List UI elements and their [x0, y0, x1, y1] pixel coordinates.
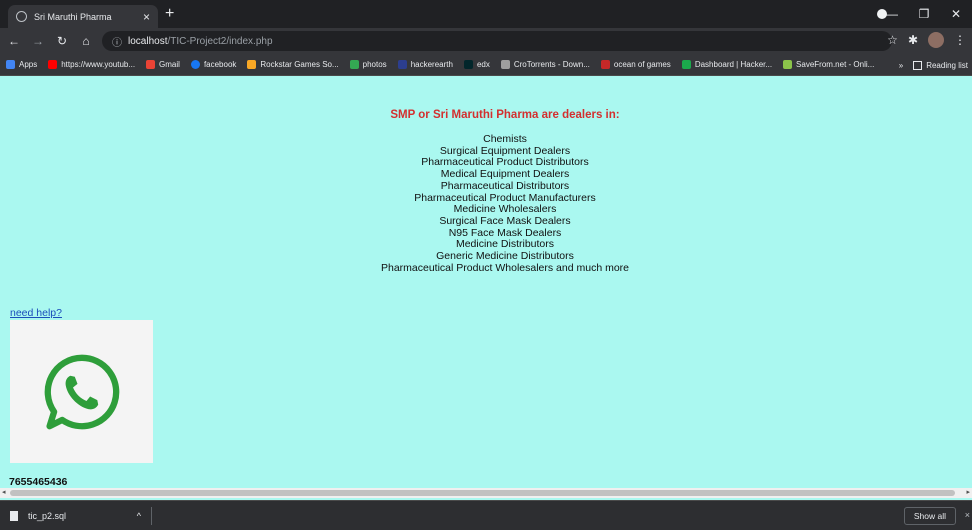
bookmark-label: hackerearth	[410, 60, 453, 69]
whatsapp-icon	[44, 354, 119, 429]
bookmark-label: Gmail	[159, 60, 180, 69]
bookmark-item[interactable]: Gmail	[146, 60, 180, 69]
close-window-icon[interactable]: ✕	[940, 7, 972, 21]
file-icon	[10, 511, 18, 521]
bookmark-item[interactable]: facebook	[190, 60, 237, 69]
download-filename: tic_p2.sql	[28, 511, 67, 521]
page-heading: SMP or Sri Maruthi Pharma are dealers in…	[390, 109, 620, 121]
back-icon[interactable]: ←	[4, 34, 24, 48]
scroll-left-icon[interactable]: ◂	[2, 488, 6, 498]
address-toolbar: ← → ↻ ⌂ ⓘ localhost/TIC-Project2/index.p…	[0, 28, 972, 54]
bookmark-item[interactable]: ocean of games	[600, 60, 671, 69]
close-downloads-icon[interactable]: ×	[965, 510, 970, 520]
photos-icon	[349, 60, 359, 69]
hackerrank-icon	[681, 60, 691, 69]
maximize-icon[interactable]: ❐	[908, 7, 940, 21]
bookmark-item[interactable]: https://www.youtub...	[48, 60, 135, 69]
bookmarks-overflow: » Reading list	[894, 54, 972, 75]
tab-title: Sri Maruthi Pharma	[34, 11, 112, 22]
bookmark-label: photos	[362, 60, 387, 69]
bookmark-item[interactable]: Apps	[6, 60, 37, 69]
scrollbar-thumb[interactable]	[10, 490, 955, 496]
window-controls: — ❐ ✕	[876, 0, 972, 28]
rockstar-icon	[247, 60, 257, 69]
profile-avatar[interactable]	[928, 32, 944, 48]
gmail-icon	[146, 60, 156, 69]
dealer-item: Pharmaceutical Product Wholesalers and m…	[380, 261, 630, 274]
bookmark-item[interactable]: SaveFrom.net - Onli...	[783, 60, 874, 69]
dealer-item: Surgical Face Mask Dealers	[439, 214, 571, 227]
reload-icon[interactable]: ↻	[52, 34, 72, 48]
minimize-icon[interactable]: —	[876, 7, 908, 21]
download-item[interactable]: tic_p2.sql ^	[10, 507, 152, 525]
scroll-right-icon[interactable]: ▸	[966, 488, 970, 498]
bookmark-item[interactable]: CroTorrents - Down...	[500, 60, 590, 69]
dealer-item: Chemists	[483, 133, 527, 145]
need-help-link[interactable]: need help?	[10, 307, 62, 319]
address-bar[interactable]: ⓘ localhost/TIC-Project2/index.php	[102, 31, 892, 51]
downloads-bar: tic_p2.sql ^ Show all ×	[0, 500, 972, 530]
dealer-item: Generic Medicine Distributors	[436, 250, 574, 263]
toolbar-actions: ☆ ✱ ⋮	[887, 32, 966, 48]
facebook-icon	[190, 60, 200, 69]
chevron-up-icon[interactable]: ^	[137, 511, 141, 521]
bookmark-label: Apps	[19, 60, 38, 69]
dealer-list: Chemists Surgical Equipment Dealers Phar…	[0, 133, 972, 274]
hackerearth-icon	[397, 60, 407, 69]
bookmark-label: Dashboard | Hacker...	[694, 60, 773, 69]
horizontal-scrollbar[interactable]: ◂ ▸	[0, 488, 972, 498]
globe-icon	[16, 11, 27, 22]
tab-strip: Sri Maruthi Pharma × + — ❐ ✕	[0, 0, 972, 28]
edx-icon	[463, 60, 473, 69]
bookmark-item[interactable]: hackerearth	[397, 60, 453, 69]
ocean-of-games-icon	[600, 60, 610, 69]
savefrom-icon	[783, 60, 793, 69]
whatsapp-link[interactable]	[10, 320, 153, 463]
apps-grid-icon	[6, 60, 15, 69]
bookmark-label: ocean of games	[613, 60, 671, 69]
dealer-item: Pharmaceutical Distributors	[440, 179, 570, 192]
url-host: localhost	[128, 35, 168, 47]
bookmark-item[interactable]: Rockstar Games So...	[247, 60, 339, 69]
bookmarks-bar: Apps https://www.youtub... Gmail faceboo…	[0, 54, 972, 76]
youtube-icon	[48, 60, 58, 69]
reading-list-icon[interactable]	[913, 60, 923, 70]
home-icon[interactable]: ⌂	[76, 34, 96, 48]
site-info-icon[interactable]: ⓘ	[112, 34, 122, 49]
page-content: SMP or Sri Maruthi Pharma are dealers in…	[0, 77, 972, 488]
phone-number: 7655465436	[9, 476, 68, 488]
bookmark-label: Rockstar Games So...	[260, 60, 339, 69]
bookmark-label: SaveFrom.net - Onli...	[796, 60, 875, 69]
show-all-button[interactable]: Show all	[903, 507, 956, 525]
tab-close-button[interactable]: ×	[143, 10, 150, 24]
browser-tab[interactable]: Sri Maruthi Pharma ×	[8, 5, 158, 28]
bookmark-label: facebook	[203, 60, 237, 69]
download-icon	[500, 60, 510, 69]
url-path: /TIC-Project2/index.php	[167, 35, 273, 47]
forward-icon[interactable]: →	[28, 34, 48, 48]
new-tab-button[interactable]: +	[165, 5, 174, 23]
bookmark-item[interactable]: photos	[349, 60, 387, 69]
bookmark-label: https://www.youtub...	[61, 60, 136, 69]
more-bookmarks-button[interactable]: »	[899, 61, 903, 70]
bookmark-label: edx	[476, 60, 490, 69]
bookmark-item[interactable]: edx	[463, 60, 490, 69]
bookmark-label: CroTorrents - Down...	[513, 60, 590, 69]
extensions-icon[interactable]: ✱	[908, 33, 918, 47]
bookmark-item[interactable]: Dashboard | Hacker...	[681, 60, 773, 69]
reading-list-button[interactable]: Reading list	[926, 61, 968, 70]
bookmark-star-icon[interactable]: ☆	[887, 33, 898, 47]
menu-icon[interactable]: ⋮	[954, 33, 966, 47]
